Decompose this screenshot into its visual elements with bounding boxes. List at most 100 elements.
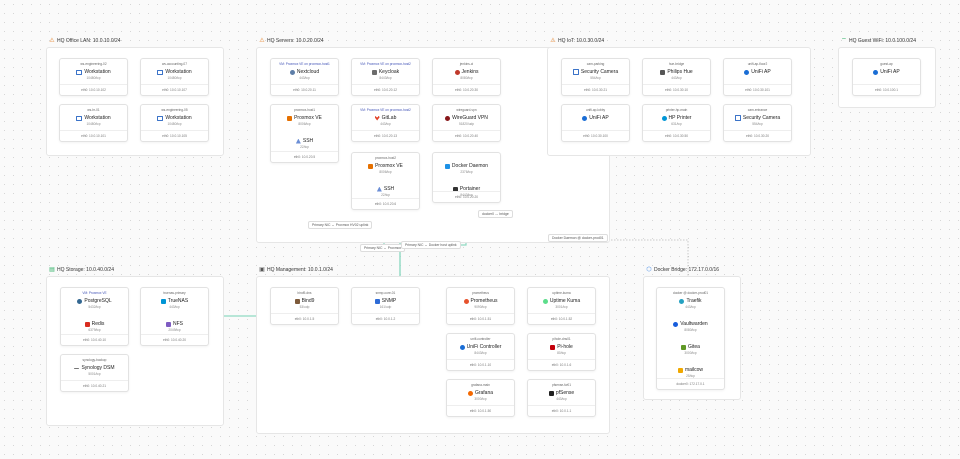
service-name: Workstation <box>84 115 111 121</box>
host-card[interactable]: wireguard-vpn WireGuard VPN 51820/udp eth0:… <box>432 104 501 142</box>
host-card[interactable]: VM: Proxmox VE PostgreSQL 5432/tcp Redis 637… <box>60 287 129 346</box>
service[interactable]: Redis 6379/tcp <box>61 321 128 332</box>
host-card[interactable]: proxmox-host2 Proxmox VE 8006/tcp SSH 22/tcp… <box>351 152 420 210</box>
service[interactable]: SSH 22/tcp <box>271 138 338 149</box>
gitlab-icon <box>374 115 380 121</box>
service[interactable]: Proxmox VE 8006/tcp <box>271 115 338 126</box>
service-row: Redis <box>61 321 128 327</box>
service[interactable]: SNMP 161/udp <box>352 298 419 309</box>
service[interactable]: Prometheus 9090/tcp <box>447 298 514 309</box>
service[interactable]: Workstation 10480/tcp <box>141 69 208 80</box>
host-card[interactable]: snmp-core-01 SNMP 161/udp eth0: 10.0.1.2 <box>351 287 420 325</box>
service[interactable]: PostgreSQL 5432/tcp <box>61 298 128 309</box>
service[interactable]: pfSense 443/tcp <box>528 390 595 401</box>
host-card[interactable]: uptime-kuma Uptime Kuma 3001/tcp eth0: 10.0… <box>527 287 596 325</box>
host-card[interactable]: ws-hr-01 Workstation 10480/tcp eth0: 10.0.1… <box>59 104 128 142</box>
host-card[interactable]: hue-bridge Philips Hue 443/tcp eth0: 10.0.3… <box>642 58 711 96</box>
host-card[interactable]: unifi-ap-floor2 UniFi AP eth0: 10.0.30.101 <box>723 58 792 96</box>
service-port: 8080/tcp <box>684 328 697 332</box>
host-address: eth0: 10.0.30.20 <box>724 130 791 141</box>
host-card[interactable]: jenkins-ci Jenkins 8080/tcp eth0: 10.0.20.3… <box>432 58 501 96</box>
service[interactable]: Pi-hole 80/tcp <box>528 344 595 355</box>
service[interactable]: Philips Hue 443/tcp <box>643 69 710 80</box>
service[interactable]: HP Printer 631/tcp <box>643 115 710 126</box>
service[interactable]: Workstation 10480/tcp <box>141 115 208 126</box>
host-card[interactable]: guest-ap UniFi AP eth0: 10.0.100.1 <box>852 58 921 96</box>
service-row: Workstation <box>141 115 208 121</box>
service-port: 9090/tcp <box>474 305 487 309</box>
service[interactable]: Workstation 10480/tcp <box>60 69 127 80</box>
service-port: 443/tcp <box>685 305 696 309</box>
host-card[interactable]: bind9-dns Bind9 53/udp eth0: 10.0.1.5 <box>270 287 339 325</box>
service[interactable]: Proxmox VE 8006/tcp <box>352 163 419 174</box>
host-address: eth0: 10.0.20.30 <box>433 84 500 95</box>
host-card[interactable]: printer-hp-main HP Printer 631/tcp eth0: 10… <box>642 104 711 142</box>
host-card[interactable]: synology-backup Synology DSM 5001/tcp eth0:… <box>60 354 129 392</box>
host-card[interactable]: VM: Proxmox VE on proxmox-host1 Nextcloud… <box>270 58 339 96</box>
service[interactable]: SSH 22/tcp <box>352 186 419 197</box>
service[interactable]: Workstation 10480/tcp <box>60 115 127 126</box>
link-label: Primary NIC ↔ Docker host uplink <box>401 241 461 249</box>
service-row: TrueNAS <box>141 298 208 304</box>
host-card[interactable]: cam-parking Security Camera 554/tcp eth0: 1… <box>561 58 630 96</box>
service[interactable]: Keycloak 8443/tcp <box>352 69 419 80</box>
service-port: 443/tcp <box>299 76 310 80</box>
host-card[interactable]: pihole-dns01 Pi-hole 80/tcp eth0: 10.0.1.6 <box>527 333 596 371</box>
host-card[interactable]: VM: Proxmox VE on proxmox-host2 GitLab 443… <box>351 104 420 142</box>
docker-bridge-icon: ⬡ <box>646 267 652 273</box>
service[interactable]: UniFi AP <box>724 69 791 76</box>
host-card[interactable]: grafana-main Grafana 3000/tcp eth0: 10.0.1.… <box>446 379 515 417</box>
grafana-icon <box>467 390 473 396</box>
host-card[interactable]: ws-engineering-05 Workstation 10480/tcp eth… <box>140 104 209 142</box>
service[interactable]: Gitea 3000/tcp <box>657 344 724 355</box>
host-card[interactable]: Docker Daemon 2376/tcp Portainer 9443/tcp et… <box>432 152 501 203</box>
service[interactable]: Synology DSM 5001/tcp <box>61 365 128 376</box>
service[interactable]: Uptime Kuma 3001/tcp <box>528 298 595 309</box>
zone-title: ⚠ HQ Office LAN: 10.0.10.0/24 <box>49 38 120 44</box>
service[interactable]: Nextcloud 443/tcp <box>271 69 338 80</box>
service[interactable]: TrueNAS 443/tcp <box>141 298 208 309</box>
unifi-icon <box>744 69 750 75</box>
host-card[interactable]: cam-entrance Security Camera 554/tcp eth0: … <box>723 104 792 142</box>
warning-icon: ⚠ <box>550 38 556 44</box>
host-card[interactable]: ws-engineering-02 Workstation 10480/tcp eth… <box>59 58 128 96</box>
host-card[interactable]: unifi-controller UniFi Controller 8443/tcp… <box>446 333 515 371</box>
service[interactable]: Grafana 3000/tcp <box>447 390 514 401</box>
host-card[interactable]: proxmox-host1 Proxmox VE 8006/tcp SSH 22/tcp… <box>270 104 339 163</box>
host-card[interactable]: unifi-ap-lobby UniFi AP eth0: 10.0.30.100 <box>561 104 630 142</box>
service[interactable]: WireGuard VPN 51820/udp <box>433 115 500 126</box>
host-card[interactable]: VM: Proxmox VE on proxmox-host2 Keycloak 8… <box>351 58 420 96</box>
service[interactable]: Docker Daemon 2376/tcp <box>433 163 500 174</box>
service-name: SSH <box>383 186 395 192</box>
link-label: Docker Daemon @ docker-prod01 <box>548 234 608 242</box>
host-address: eth0: 10.0.10.107 <box>141 84 208 95</box>
host-address: eth0: 10.0.1.6 <box>528 359 595 370</box>
monitor-icon <box>157 69 164 75</box>
service[interactable]: Vaultwarden 8080/tcp <box>657 321 724 332</box>
service[interactable]: UniFi Controller 8443/tcp <box>447 344 514 355</box>
warning-icon: ⚠ <box>49 38 55 44</box>
service[interactable]: Traefik 443/tcp <box>657 298 724 309</box>
service-port: 8080/tcp <box>460 76 473 80</box>
service-row: Vaultwarden <box>657 321 724 327</box>
service[interactable]: Bind9 53/udp <box>271 298 338 309</box>
zone-title: ⌔ HQ Guest WiFi: 10.0.100.0/24 <box>841 38 916 44</box>
host-card[interactable]: prometheus Prometheus 9090/tcp eth0: 10.0.1… <box>446 287 515 325</box>
service[interactable]: UniFi AP <box>562 115 629 122</box>
host-card[interactable]: pfsense-fw01 pfSense 443/tcp eth0: 10.0.1.1 <box>527 379 596 417</box>
service[interactable]: GitLab 443/tcp <box>352 115 419 126</box>
service-row: Security Camera <box>562 69 629 75</box>
link-label: Primary NIC ↔ Proxmox HV02 uplink <box>308 221 373 229</box>
service[interactable]: UniFi AP <box>853 69 920 76</box>
service-name: Proxmox VE <box>294 115 322 121</box>
service[interactable]: Security Camera 554/tcp <box>562 69 629 80</box>
host-card[interactable]: docker @ docker-prod01 Traefik 443/tcp Vaul… <box>656 287 725 390</box>
service[interactable]: Security Camera 554/tcp <box>724 115 791 126</box>
host-card[interactable]: ws-accounting-07 Workstation 10480/tcp eth0… <box>140 58 209 96</box>
service[interactable]: Jenkins 8080/tcp <box>433 69 500 80</box>
host-address: eth0: 10.0.20.5 <box>271 151 338 162</box>
service[interactable]: mailcow 25/tcp <box>657 367 724 378</box>
service[interactable]: NFS 2049/tcp <box>141 321 208 332</box>
host-card[interactable]: truenas-primary TrueNAS 443/tcp NFS 2049/tcp… <box>140 287 209 346</box>
service-port: 8006/tcp <box>379 170 392 174</box>
